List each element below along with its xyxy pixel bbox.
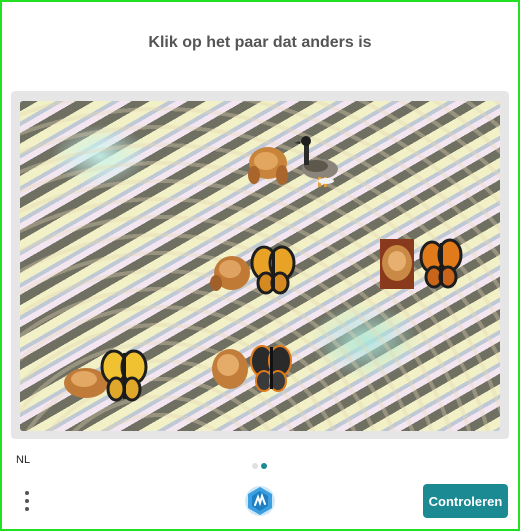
- more-options-icon[interactable]: [20, 488, 34, 514]
- butterfly-icon: [250, 245, 296, 295]
- pair-option-5[interactable]: [206, 337, 310, 401]
- goose-icon: [294, 136, 338, 187]
- page-dot-1: [252, 463, 258, 469]
- language-selector[interactable]: NL: [16, 454, 30, 466]
- pair-option-2[interactable]: [206, 239, 310, 303]
- chicken-icon: [380, 239, 414, 289]
- page-title: Klik op het paar dat anders is: [148, 34, 372, 51]
- pair-option-4[interactable]: [56, 345, 160, 409]
- hcaptcha-logo-icon: [244, 485, 276, 517]
- challenge-image: [20, 101, 500, 431]
- pair-option-1[interactable]: [242, 131, 346, 195]
- chicken-icon: [212, 349, 248, 389]
- butterfly-icon: [419, 238, 463, 289]
- challenge-panel: [11, 91, 509, 439]
- submit-button[interactable]: Controleren: [423, 484, 508, 518]
- butterfly-icon: [100, 349, 148, 402]
- page-dot-2: [261, 463, 267, 469]
- pagination-dots: [252, 456, 270, 474]
- butterfly-icon: [250, 345, 292, 392]
- pair-option-3[interactable]: [376, 233, 480, 297]
- chicken-icon: [210, 256, 250, 291]
- chicken-icon: [248, 147, 288, 185]
